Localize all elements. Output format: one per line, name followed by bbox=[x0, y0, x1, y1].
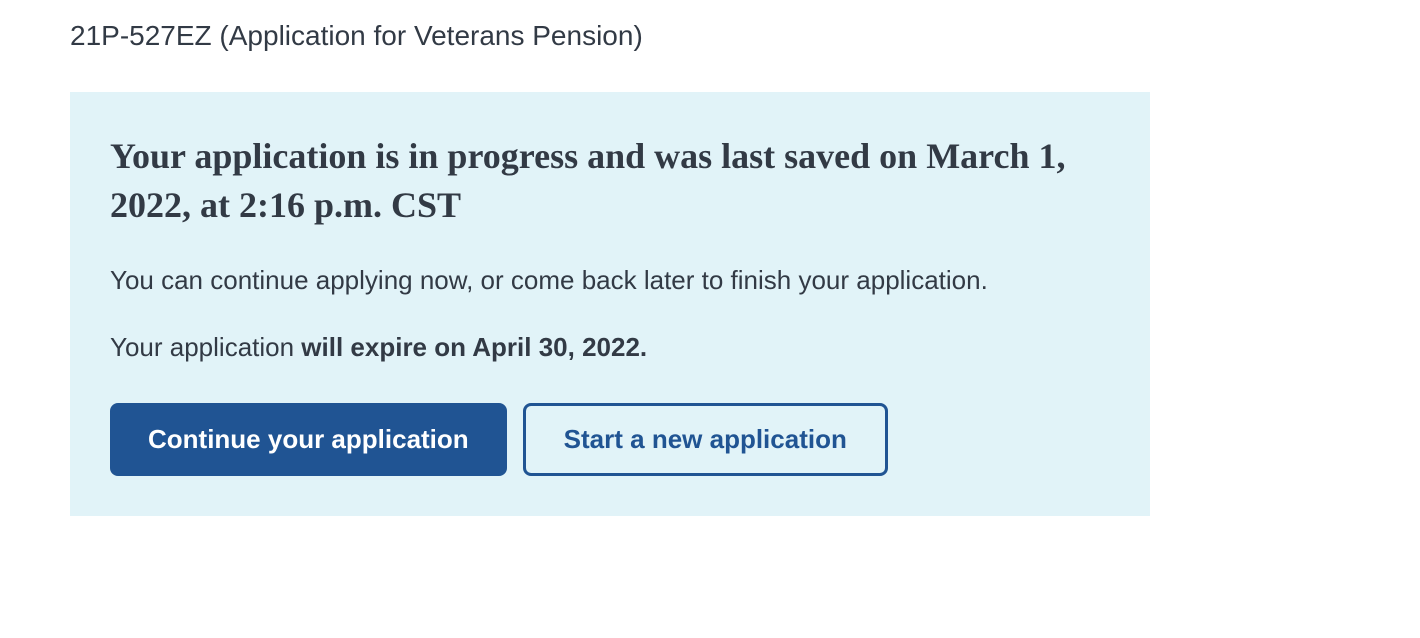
expire-text: Your application will expire on April 30… bbox=[110, 328, 1110, 367]
continue-text: You can continue applying now, or come b… bbox=[110, 261, 1110, 300]
expire-prefix: Your application bbox=[110, 332, 301, 362]
start-new-application-button[interactable]: Start a new application bbox=[523, 403, 888, 476]
button-row: Continue your application Start a new ap… bbox=[110, 403, 1110, 476]
in-progress-alert: Your application is in progress and was … bbox=[70, 92, 1150, 516]
continue-application-button[interactable]: Continue your application bbox=[110, 403, 507, 476]
alert-heading: Your application is in progress and was … bbox=[110, 132, 1110, 229]
alert-body: You can continue applying now, or come b… bbox=[110, 261, 1110, 476]
form-label: 21P-527EZ (Application for Veterans Pens… bbox=[70, 20, 1350, 52]
expire-date: will expire on April 30, 2022. bbox=[301, 332, 647, 362]
